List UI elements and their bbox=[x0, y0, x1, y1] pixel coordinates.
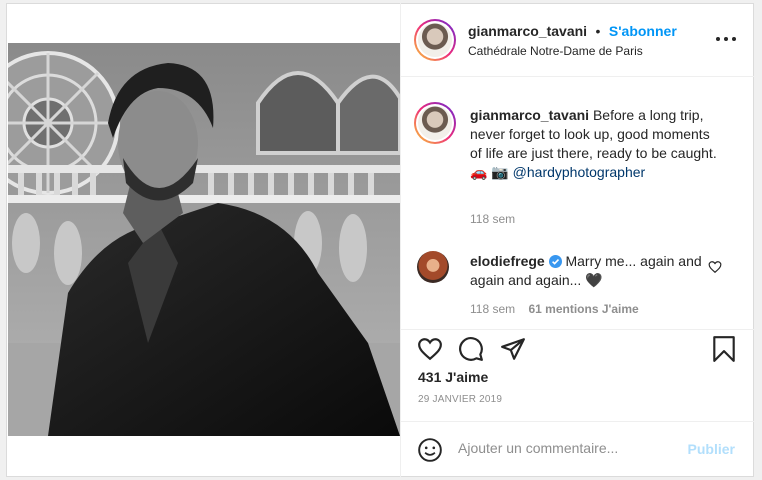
author-avatar[interactable] bbox=[414, 19, 456, 61]
comments-section: gianmarco_tavani Before a long trip, nev… bbox=[401, 78, 754, 328]
commenter-avatar[interactable] bbox=[417, 251, 449, 283]
comment-like-icon[interactable] bbox=[708, 260, 722, 274]
comment-meta: 118 sem 61 mentions J'aime bbox=[470, 302, 639, 316]
comment-composer: Publier bbox=[401, 421, 754, 477]
post-photo[interactable] bbox=[8, 43, 400, 436]
comment-username[interactable]: elodiefrege bbox=[470, 253, 545, 269]
follow-button[interactable]: S'abonner bbox=[609, 23, 677, 39]
caption-username[interactable]: gianmarco_tavani bbox=[470, 107, 589, 123]
caption-mention[interactable]: @hardyphotographer bbox=[513, 164, 646, 180]
author-line: gianmarco_tavani • S'abonner bbox=[468, 23, 677, 41]
separator-dot: • bbox=[595, 23, 601, 39]
verified-badge-icon bbox=[548, 254, 562, 268]
post-photo-image bbox=[8, 43, 400, 436]
paper-plane-icon[interactable] bbox=[500, 336, 526, 367]
heart-icon[interactable] bbox=[417, 336, 443, 367]
post-date[interactable]: 29 JANVIER 2019 bbox=[418, 394, 502, 405]
smiley-icon[interactable] bbox=[417, 437, 443, 468]
publish-button[interactable]: Publier bbox=[688, 441, 735, 457]
caption-avatar[interactable] bbox=[414, 102, 456, 144]
bookmark-icon[interactable] bbox=[711, 335, 737, 368]
caption: gianmarco_tavani Before a long trip, nev… bbox=[470, 106, 720, 182]
more-options-icon[interactable] bbox=[716, 33, 736, 45]
comment-bubble-icon[interactable] bbox=[458, 336, 484, 367]
comment-likes[interactable]: 61 mentions J'aime bbox=[528, 302, 638, 316]
caption-age[interactable]: 118 sem bbox=[470, 212, 515, 226]
post-side-panel: gianmarco_tavani • S'abonner Cathédrale … bbox=[401, 3, 754, 477]
action-bar bbox=[401, 329, 754, 371]
author-username[interactable]: gianmarco_tavani bbox=[468, 23, 587, 39]
likes-count[interactable]: 431 J'aime bbox=[418, 369, 488, 385]
comment-age[interactable]: 118 sem bbox=[470, 302, 515, 316]
post-location[interactable]: Cathédrale Notre-Dame de Paris bbox=[468, 44, 643, 58]
comment-input[interactable] bbox=[458, 440, 678, 456]
comment: elodiefrege Marry me... again and again … bbox=[470, 252, 715, 290]
post-header: gianmarco_tavani • S'abonner Cathédrale … bbox=[401, 3, 754, 77]
